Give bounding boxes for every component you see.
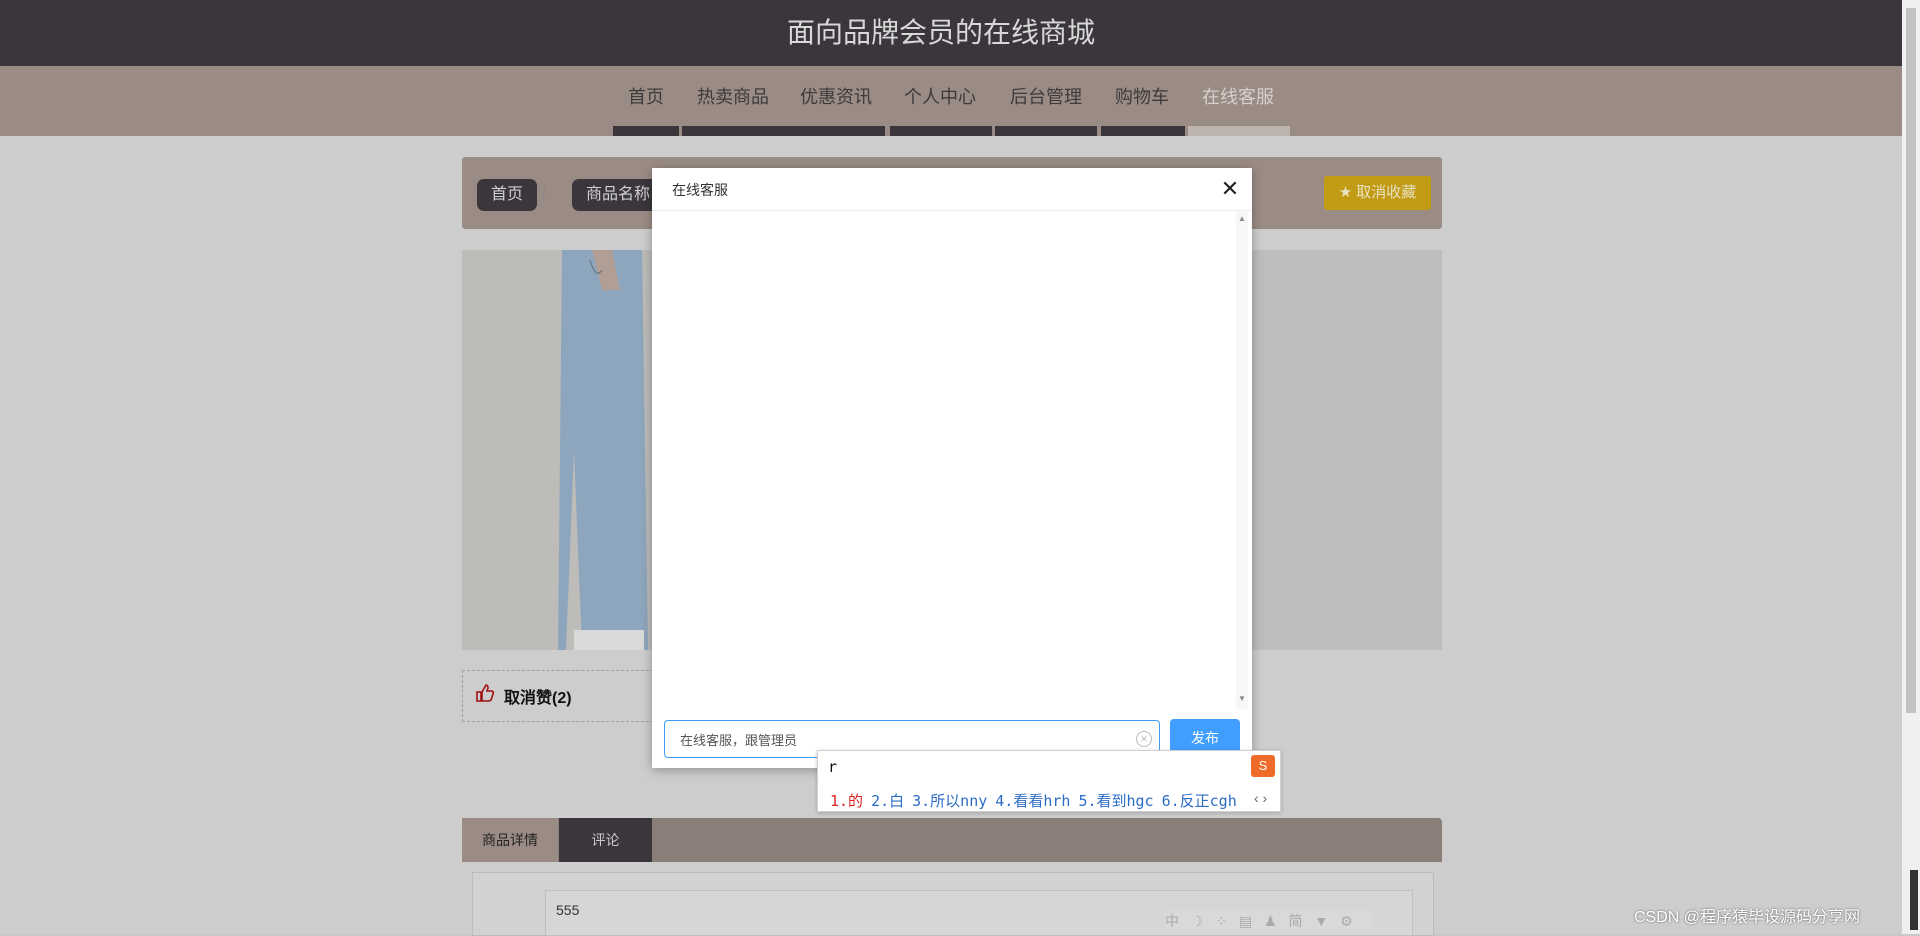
nav-underline [682,126,885,136]
nav-item-admin[interactable]: 后台管理 [1010,84,1082,110]
clear-input-icon[interactable]: ✕ [1136,731,1152,747]
unfavorite-button[interactable]: ★ 取消收藏 [1324,176,1431,210]
nav-item-online-service[interactable]: 在线客服 [1202,84,1274,110]
nav-item-promotions[interactable]: 优惠资讯 [800,84,872,110]
unlike-label[interactable]: 取消赞(2) [504,684,572,708]
breadcrumb-current: 商品名称 [572,179,665,211]
detail-text: 555 [556,902,580,918]
ime-composition: r [828,758,838,776]
breadcrumb-separator: / [542,184,546,200]
tab-product-detail[interactable]: 商品详情 [462,818,558,862]
page-scroll-thumb[interactable] [1906,8,1916,713]
chat-input-value[interactable]: 在线客服，跟管理员 [680,730,797,749]
ime-candidate-list: 1.的 2.白 3.所以nny 4.看看hrh 5.看到hgc 6.反正cgh [830,790,1245,811]
thumbs-up-icon[interactable] [474,682,496,704]
scroll-up-icon[interactable]: ▲ [1237,214,1247,223]
scroll-down-icon[interactable]: ▼ [1237,694,1247,703]
nav-underline [613,126,679,136]
nav-item-home[interactable]: 首页 [628,84,664,110]
nav-item-hot-products[interactable]: 热卖商品 [697,84,769,110]
watermark: CSDN @程序猿毕设源码分享网 [1634,909,1861,926]
chat-dialog-header [652,168,1252,211]
nav-item-personal-center[interactable]: 个人中心 [904,84,976,110]
chat-dialog-title: 在线客服 [672,182,728,198]
ime-page-nav[interactable]: ‹ › [1254,790,1267,806]
ime-candidate[interactable]: 6.反正cgh [1162,792,1237,810]
site-title: 面向品牌会员的在线商城 [786,17,1095,48]
resize-handle[interactable] [1910,870,1918,930]
nav-underline [1101,126,1185,136]
nav-item-cart[interactable]: 购物车 [1115,84,1169,110]
ime-candidate[interactable]: 4.看看hrh [995,792,1070,810]
ime-candidate[interactable]: 2.白 [871,792,904,810]
ime-candidate[interactable]: 3.所以nny [912,792,987,810]
breadcrumb-home[interactable]: 首页 [477,179,538,211]
ime-logo-icon: S [1251,755,1275,777]
chat-message-area [652,211,1236,709]
close-icon[interactable]: ✕ [1218,177,1242,201]
chat-scrollbar[interactable] [1236,211,1248,709]
nav-underline [995,126,1097,136]
ime-candidate[interactable]: 5.看到hgc [1078,792,1153,810]
ime-toolbar[interactable]: 中 ☽ ⁘ ▤ ♟ 简 ▼ ⚙ [1165,910,1371,932]
tab-comments[interactable]: 评论 [559,818,652,862]
product-image [462,250,652,650]
ime-candidate[interactable]: 1.的 [830,792,863,810]
nav-underline [890,126,992,136]
nav-underline-active [1188,126,1290,136]
